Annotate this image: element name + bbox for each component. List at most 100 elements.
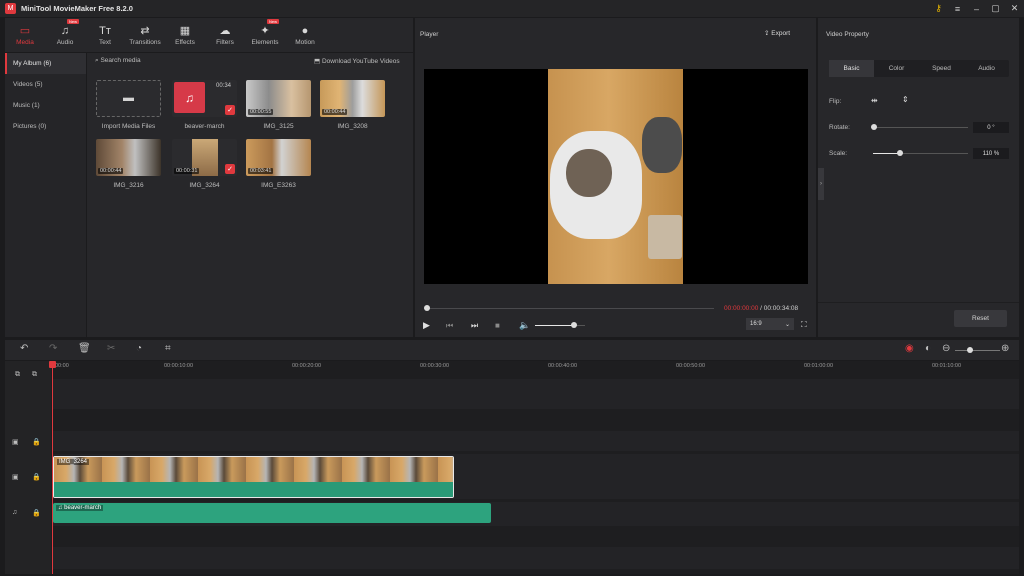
ruler-label: 00:00:20:00 [292, 363, 322, 369]
import-media-button[interactable]: ▬ [96, 80, 161, 117]
sidebar-item-videos[interactable]: Videos (5) [5, 74, 86, 95]
scale-fill [873, 153, 900, 154]
title-bar: M MiniTool MovieMaker Free 8.2.0 ⚷ ≡ – ▢… [0, 0, 1024, 17]
playhead-handle[interactable] [49, 361, 56, 368]
media-duration: 00:00:44 [322, 109, 348, 115]
media-item-label: IMG_3208 [337, 123, 368, 130]
tab-audio[interactable]: New ♫ Audio [45, 18, 85, 52]
maximize-button[interactable]: ▢ [986, 0, 1005, 17]
rotate-label: Rotate: [829, 124, 850, 131]
close-button[interactable]: ✕ [1005, 0, 1024, 17]
zoom-knob[interactable] [967, 347, 973, 353]
tab-transitions[interactable]: ⇄ Transitions [125, 18, 165, 52]
sidebar-item-music[interactable]: Music (1) [5, 95, 86, 116]
menu-icon[interactable]: ≡ [948, 0, 967, 17]
bowl [642, 117, 682, 173]
scale-value-field[interactable]: 110 % [973, 148, 1009, 159]
tab-elements[interactable]: New ✦ Elements [245, 18, 285, 52]
fullscreen-icon[interactable]: ⛶ [801, 320, 807, 330]
playhead[interactable] [52, 361, 53, 574]
video-track-icon: ▣ [12, 474, 19, 481]
zoom-out-icon[interactable]: ⊖ [942, 343, 950, 354]
reset-button[interactable]: Reset [954, 310, 1007, 327]
audio-clip[interactable]: ♫ beaver-march [53, 503, 491, 523]
key-icon[interactable]: ⚷ [929, 0, 948, 17]
export-button[interactable]: ⇪ Export [764, 29, 790, 37]
tab-media[interactable]: ▭ Media [5, 18, 45, 52]
lock-icon[interactable]: 🔒 [32, 438, 41, 446]
split-icon[interactable]: ✂ [107, 343, 115, 354]
scale-slider[interactable] [873, 153, 968, 154]
rotate-value-field[interactable]: 0 ° [973, 122, 1009, 133]
lock-icon[interactable]: 🔒 [32, 473, 41, 481]
video-clip[interactable]: IMG_3264 [53, 456, 454, 498]
sidebar-item-pictures[interactable]: Pictures (0) [5, 116, 86, 137]
volume-fill [535, 325, 574, 326]
tab-label: Filters [216, 39, 234, 46]
search-media[interactable]: ⌕ Search media [95, 57, 141, 65]
video-preview[interactable] [424, 69, 808, 284]
export-label: Export [771, 30, 791, 37]
volume-knob[interactable] [571, 322, 577, 328]
add-track-icon[interactable]: ⧉ [15, 371, 20, 379]
chevron-down-icon: ⌄ [784, 321, 790, 328]
media-duration: 00:34 [215, 83, 231, 89]
stop-icon[interactable]: ■ [495, 321, 500, 330]
playback-progress[interactable] [424, 308, 714, 309]
media-item-img-3208[interactable]: 00:00:44 [320, 80, 385, 117]
time-display: 00:00:00:00 / 00:00:34:08 [724, 305, 798, 312]
clip-name: ♫ beaver-march [56, 505, 104, 511]
delete-icon[interactable]: 🗑 [78, 343, 91, 354]
panel-collapse-handle[interactable]: › [818, 168, 824, 200]
property-tabs: Basic Color Speed Audio [829, 60, 1009, 77]
zoom-in-icon[interactable]: ⊕ [1001, 343, 1009, 354]
media-item-img-3125[interactable]: 00:00:55 [246, 80, 311, 117]
minimize-button[interactable]: – [967, 0, 986, 17]
media-item-img-e3263[interactable]: 00:03:41 [246, 139, 311, 176]
tab-audio-property[interactable]: Audio [964, 60, 1009, 77]
ruler-label: 00:00 [55, 363, 69, 369]
scale-knob[interactable] [897, 150, 903, 156]
flip-horizontal-icon[interactable]: ⇹ [871, 96, 878, 105]
tab-label: Text [99, 39, 111, 46]
rotate-slider[interactable] [873, 127, 968, 128]
tab-color[interactable]: Color [874, 60, 919, 77]
play-icon[interactable]: ▶ [423, 320, 430, 331]
timeline-ruler[interactable]: 00:00 00:00:10:00 00:00:20:00 00:00:30:0… [53, 361, 1019, 375]
lock-icon[interactable]: 🔒 [32, 509, 41, 517]
volume-icon[interactable]: 🔈 [519, 320, 530, 331]
media-item-img-3264[interactable]: 00:00:31 ✓ [172, 139, 237, 176]
zoom-slider[interactable] [955, 350, 1000, 351]
crop-icon[interactable]: ⌗ [165, 343, 171, 354]
rotate-knob[interactable] [871, 124, 877, 130]
clip-name: IMG_3264 [57, 459, 90, 465]
tab-filters[interactable]: ☁ Filters [205, 18, 245, 52]
media-item-img-3216[interactable]: 00:00:44 [96, 139, 161, 176]
tab-speed[interactable]: Speed [919, 60, 964, 77]
tab-basic[interactable]: Basic [829, 60, 874, 77]
media-item-beaver-march[interactable]: ♫ 00:34 ✓ [172, 80, 237, 117]
fit-timeline-icon[interactable]: ◐ [925, 343, 931, 354]
snap-icon[interactable]: ◉ [905, 343, 914, 354]
sidebar-item-my-album[interactable]: My Album (6) [5, 53, 86, 74]
next-frame-icon[interactable]: ⏭ [471, 321, 478, 331]
transitions-icon: ⇄ [140, 25, 150, 37]
tab-text[interactable]: Tт Text [85, 18, 125, 52]
progress-knob[interactable] [424, 305, 430, 311]
redo-icon[interactable]: ↷ [49, 343, 57, 354]
download-youtube-button[interactable]: ⬒ Download YouTube Videos [314, 57, 400, 65]
tab-motion[interactable]: ● Motion [285, 18, 325, 52]
folder-icon: ▬ [123, 92, 134, 104]
tab-effects[interactable]: ▦ Effects [165, 18, 205, 52]
tab-label: Effects [175, 39, 195, 46]
aspect-ratio-select[interactable]: 16:9 ⌄ [746, 318, 794, 330]
copy-track-icon[interactable]: ⧉ [32, 371, 37, 379]
tab-label: Motion [295, 39, 315, 46]
undo-icon[interactable]: ↶ [20, 343, 28, 354]
previous-frame-icon[interactable]: ⏮ [446, 321, 453, 331]
flip-vertical-icon[interactable]: ⇕ [902, 95, 909, 104]
speed-icon[interactable]: ◔ [136, 343, 142, 354]
volume-slider[interactable] [535, 325, 585, 326]
search-input: Search media [100, 57, 141, 64]
media-item-label: IMG_3125 [263, 123, 294, 130]
